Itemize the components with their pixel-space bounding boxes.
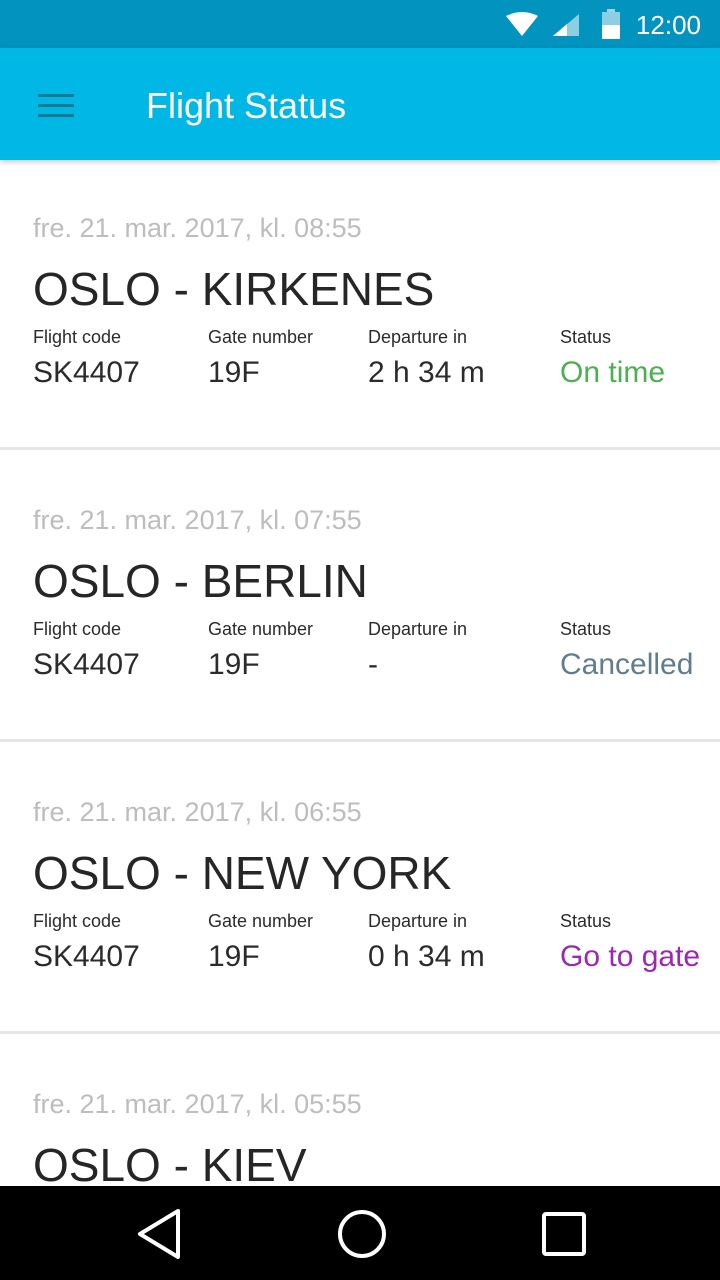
signal-icon	[553, 14, 579, 36]
app-bar: Flight Status	[0, 48, 720, 160]
departure-in-value: 2 h 34 m	[368, 356, 485, 389]
departure-in-label: Departure in	[368, 911, 468, 931]
gate-number-field: Gate number 19F	[208, 910, 313, 974]
flight-code-label: Flight code	[33, 327, 122, 347]
wifi-icon	[506, 12, 538, 36]
status-value: Go to gate	[560, 940, 701, 973]
flight-card[interactable]: fre. 21. mar. 2017, kl. 07:55 OSLO - BER…	[0, 452, 720, 742]
departure-in-label: Departure in	[368, 619, 468, 639]
gate-number-label: Gate number	[208, 619, 314, 639]
gate-number-label: Gate number	[208, 911, 314, 931]
departure-in-value: -	[368, 648, 378, 681]
menu-icon[interactable]	[38, 94, 74, 118]
flight-card[interactable]: fre. 21. mar. 2017, kl. 06:55 OSLO - NEW…	[0, 744, 720, 1034]
page-title: Flight Status	[146, 85, 347, 126]
status-label: Status	[560, 911, 612, 931]
clock: 12:00	[635, 10, 701, 40]
back-icon[interactable]	[136, 1208, 184, 1260]
status-label: Status	[560, 327, 612, 347]
flight-route: OSLO - NEW YORK	[33, 847, 452, 899]
flight-code-field: Flight code SK4407	[33, 618, 140, 682]
flight-route: OSLO - KIEV	[33, 1139, 307, 1186]
flight-card[interactable]: fre. 21. mar. 2017, kl. 05:55 OSLO - KIE…	[0, 1036, 720, 1186]
gate-number-value: 19F	[208, 356, 260, 389]
status-label: Status	[560, 619, 612, 639]
gate-number-value: 19F	[208, 648, 260, 681]
departure-in-value: 0 h 34 m	[368, 940, 485, 973]
status-value: Cancelled	[560, 648, 694, 681]
status-field: Status On time	[560, 326, 665, 390]
gate-number-value: 19F	[208, 940, 260, 973]
battery-icon	[602, 9, 620, 39]
navigation-bar	[0, 1186, 720, 1280]
departure-date: fre. 21. mar. 2017, kl. 05:55	[33, 1089, 362, 1119]
gate-number-field: Gate number 19F	[208, 618, 313, 682]
flight-code-value: SK4407	[33, 648, 140, 681]
flight-route: OSLO - BERLIN	[33, 555, 368, 607]
flight-code-label: Flight code	[33, 911, 122, 931]
departure-in-field: Departure in 0 h 34 m	[368, 910, 485, 974]
flight-route: OSLO - KIRKENES	[33, 263, 435, 315]
flight-code-label: Flight code	[33, 619, 122, 639]
departure-in-label: Departure in	[368, 327, 468, 347]
flight-code-value: SK4407	[33, 356, 140, 389]
gate-number-label: Gate number	[208, 327, 314, 347]
flight-code-field: Flight code SK4407	[33, 326, 140, 390]
status-bar: 12:00	[0, 0, 720, 48]
departure-date: fre. 21. mar. 2017, kl. 07:55	[33, 505, 362, 535]
departure-in-field: Departure in -	[368, 618, 467, 682]
flight-card[interactable]: fre. 21. mar. 2017, kl. 08:55 OSLO - KIR…	[0, 160, 720, 450]
home-icon[interactable]	[336, 1208, 388, 1260]
departure-date: fre. 21. mar. 2017, kl. 06:55	[33, 797, 362, 827]
departure-date: fre. 21. mar. 2017, kl. 08:55	[33, 213, 362, 243]
status-field: Status Cancelled	[560, 618, 693, 682]
recents-icon[interactable]	[540, 1208, 588, 1260]
departure-in-field: Departure in 2 h 34 m	[368, 326, 485, 390]
status-field: Status Go to gate	[560, 910, 700, 974]
gate-number-field: Gate number 19F	[208, 326, 313, 390]
flight-code-value: SK4407	[33, 940, 140, 973]
flight-list[interactable]: fre. 21. mar. 2017, kl. 08:55 OSLO - KIR…	[0, 160, 720, 1186]
flight-code-field: Flight code SK4407	[33, 910, 140, 974]
status-value: On time	[560, 356, 666, 389]
